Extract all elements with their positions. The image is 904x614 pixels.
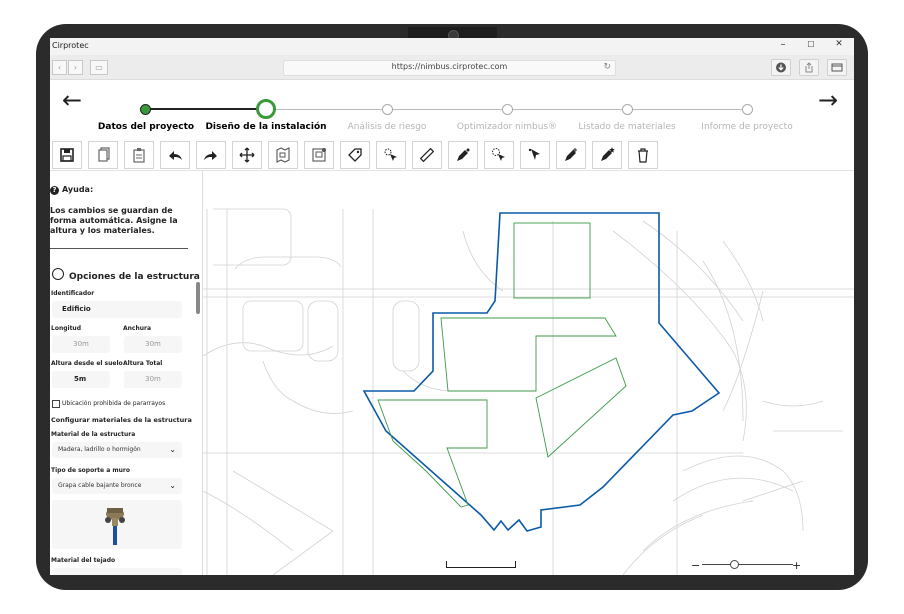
- height-ground-input[interactable]: 5m: [52, 371, 110, 388]
- sidebar-divider: [50, 248, 188, 249]
- roof-material-label: Material del tejado: [51, 557, 116, 564]
- forward-icon[interactable]: ›: [68, 60, 83, 75]
- minimize-button[interactable]: –: [776, 39, 790, 50]
- pen-icon[interactable]: [448, 141, 478, 169]
- address-bar[interactable]: https://nimbus.cirprotec.com ↻: [283, 60, 616, 76]
- roof-material-select[interactable]: [52, 568, 182, 575]
- step-dot-pending[interactable]: [382, 104, 393, 115]
- sidebar-scrollbar[interactable]: [196, 282, 200, 314]
- product-image-box: [52, 500, 182, 549]
- tag-icon[interactable]: [340, 141, 370, 169]
- step-label-analisis[interactable]: Análisis de riesgo: [348, 122, 427, 132]
- zoom-in-button[interactable]: +: [792, 559, 801, 572]
- zoom-slider-handle[interactable]: [730, 560, 739, 569]
- total-height-input[interactable]: 30m: [124, 371, 182, 388]
- length-input[interactable]: 30m: [52, 336, 110, 353]
- pen-add-icon[interactable]: [556, 141, 586, 169]
- zoom-slider[interactable]: [702, 564, 793, 565]
- back-arrow-icon[interactable]: ←: [62, 86, 82, 114]
- step-dot-done[interactable]: [140, 104, 151, 115]
- undo-icon[interactable]: [160, 141, 190, 169]
- ruler-icon[interactable]: [412, 141, 442, 169]
- step-label-optimizador[interactable]: Optimizador nimbus®: [457, 122, 557, 132]
- help-text: Los cambios se guardan de forma automáti…: [50, 206, 178, 235]
- length-label: Longitud: [51, 325, 82, 332]
- progress-stepper: ← → Datos del proyecto Diseño de la inst…: [50, 80, 854, 138]
- back-icon[interactable]: ‹: [52, 60, 67, 75]
- download-icon[interactable]: [771, 59, 791, 76]
- chevron-down-icon: ⌄: [169, 445, 176, 454]
- move-icon[interactable]: [232, 141, 262, 169]
- step-label-informe[interactable]: Informe de proyecto: [701, 122, 792, 132]
- structure-material-value: Madera, ladrillo o hormigón: [58, 446, 141, 453]
- close-button[interactable]: ✕: [832, 39, 846, 49]
- paste-icon[interactable]: [124, 141, 154, 169]
- pointer-icon[interactable]: [520, 141, 550, 169]
- zoom-out-button[interactable]: −: [691, 559, 700, 572]
- total-height-label: Altura Total: [123, 360, 163, 367]
- plan-settings-icon[interactable]: [304, 141, 334, 169]
- width-label: Anchura: [123, 325, 152, 332]
- structure-material-label: Material de la estructura: [51, 431, 136, 438]
- help-icon: ?: [50, 186, 59, 195]
- tabs-icon[interactable]: [827, 59, 847, 76]
- window-titlebar: Cirprotec – ☐ ✕: [50, 38, 854, 55]
- forbidden-location-checkbox[interactable]: [52, 400, 60, 408]
- hexagon-icon: [52, 268, 64, 280]
- help-title: Ayuda:: [62, 185, 94, 194]
- wall-support-label: Tipo de soporte a muro: [51, 467, 130, 474]
- forward-arrow-icon[interactable]: →: [818, 86, 838, 114]
- step-dot-pending[interactable]: [502, 104, 513, 115]
- reload-icon[interactable]: ↻: [603, 62, 611, 72]
- share-icon[interactable]: [799, 59, 819, 76]
- browser-bar: ‹ › ▭ https://nimbus.cirprotec.com ↻: [50, 55, 854, 80]
- section-title-text: Opciones de la estructura: [69, 272, 200, 282]
- save-icon[interactable]: [52, 141, 82, 169]
- map-canvas[interactable]: [202, 171, 854, 575]
- step-dot-pending[interactable]: [622, 104, 633, 115]
- section-title: Opciones de la estructura: [52, 268, 200, 282]
- redo-icon[interactable]: [196, 141, 226, 169]
- identifier-label: Identificador: [51, 290, 95, 297]
- step-label-listado[interactable]: Listado de materiales: [578, 122, 675, 132]
- plan-icon[interactable]: [268, 141, 298, 169]
- identifier-input[interactable]: Edificio: [52, 301, 182, 318]
- trash-icon[interactable]: [628, 141, 658, 169]
- step-connector-done: [146, 108, 266, 110]
- config-materials-label: Configurar materiales de la estructura: [51, 416, 192, 424]
- wall-support-value: Grapa cable bajante bronce: [58, 482, 142, 489]
- step-dot-current[interactable]: [256, 99, 276, 119]
- select-add-icon[interactable]: [484, 141, 514, 169]
- pen-star-icon[interactable]: [592, 141, 622, 169]
- drawing-toolbar: [50, 140, 854, 170]
- step-dot-pending[interactable]: [742, 104, 753, 115]
- step-label-diseno[interactable]: Diseño de la instalación: [205, 122, 326, 132]
- structure-material-select[interactable]: Madera, ladrillo o hormigón ⌄: [52, 442, 182, 458]
- height-ground-label: Altura desde el suelo: [51, 360, 123, 367]
- sidebar-toggle-icon[interactable]: ▭: [90, 60, 108, 75]
- chevron-down-icon: ⌄: [169, 481, 176, 490]
- maximize-button[interactable]: ☐: [804, 40, 818, 49]
- map-scale-bar: [446, 561, 516, 568]
- select-cursor-icon[interactable]: [376, 141, 406, 169]
- app-title: Cirprotec: [52, 41, 89, 50]
- url-text: https://nimbus.cirprotec.com: [391, 62, 508, 71]
- copy-icon[interactable]: [88, 141, 118, 169]
- width-input[interactable]: 30m: [124, 336, 182, 353]
- wall-support-select[interactable]: Grapa cable bajante bronce ⌄: [52, 478, 182, 494]
- help-heading: ? Ayuda:: [50, 185, 93, 195]
- screen: Cirprotec – ☐ ✕ ‹ › ▭ https://nimbus.cir…: [50, 38, 854, 575]
- site-plan: [202, 208, 854, 575]
- forbidden-location-label: Ubicación prohibida de pararrayos: [62, 400, 166, 407]
- step-label-datos[interactable]: Datos del proyecto: [98, 122, 194, 132]
- cable-clamp-image: [105, 508, 125, 545]
